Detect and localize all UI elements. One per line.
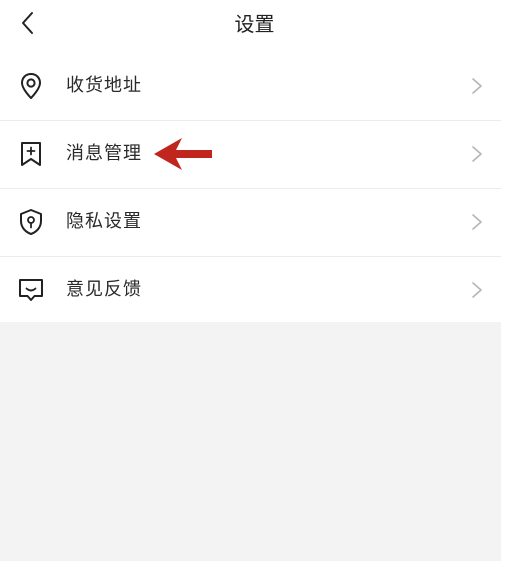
chat-bubble-icon bbox=[19, 279, 43, 301]
chevron-right-icon bbox=[472, 78, 482, 94]
page-edge bbox=[501, 0, 509, 561]
chevron-right-icon bbox=[472, 214, 482, 230]
menu-item-label: 隐私设置 bbox=[66, 211, 142, 232]
menu-item-label: 消息管理 bbox=[66, 143, 142, 164]
empty-area bbox=[0, 322, 501, 561]
settings-list: 收货地址 消息管理 隐私设置 意见反馈 bbox=[0, 53, 501, 324]
chevron-right-icon bbox=[472, 146, 482, 162]
menu-item-message-management[interactable]: 消息管理 bbox=[0, 121, 501, 189]
bookmark-plus-icon bbox=[21, 142, 41, 166]
menu-item-feedback[interactable]: 意见反馈 bbox=[0, 257, 501, 324]
page-title: 设置 bbox=[234, 12, 275, 36]
menu-item-label: 意见反馈 bbox=[66, 279, 142, 300]
shield-keyhole-icon bbox=[20, 209, 42, 235]
menu-item-shipping-address[interactable]: 收货地址 bbox=[0, 53, 501, 121]
chevron-right-icon bbox=[472, 282, 482, 298]
location-pin-icon bbox=[21, 73, 41, 99]
header-bar: 设置 bbox=[0, 0, 509, 52]
menu-item-privacy-settings[interactable]: 隐私设置 bbox=[0, 189, 501, 257]
menu-item-label: 收货地址 bbox=[66, 75, 142, 96]
